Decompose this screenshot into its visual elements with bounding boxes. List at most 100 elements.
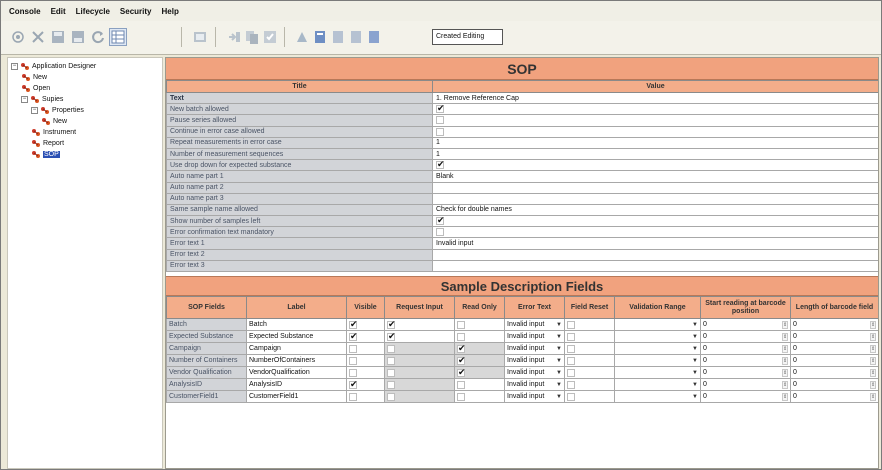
field-label-input[interactable]: Expected Substance <box>246 330 347 343</box>
field-label-input[interactable]: Batch <box>246 318 347 331</box>
book3-icon[interactable] <box>347 28 365 46</box>
property-value[interactable] <box>432 181 878 194</box>
field-label-input[interactable]: VendorQualification <box>246 366 347 379</box>
book4-icon[interactable] <box>365 28 383 46</box>
property-value[interactable] <box>432 192 878 205</box>
read-only-checkbox[interactable] <box>457 380 465 389</box>
read-only-checkbox[interactable] <box>457 320 465 329</box>
validation-range-dropdown[interactable]: ▼ <box>617 322 698 328</box>
start-position-cell[interactable]: 0 ⇕ <box>700 354 791 367</box>
field-reset-checkbox[interactable] <box>567 368 575 377</box>
validation-range-select[interactable]: ▼ <box>614 330 701 343</box>
field-label-input[interactable]: NumberOfContainers <box>246 354 347 367</box>
stepper-arrows-icon[interactable]: ⇕ <box>870 380 876 389</box>
tree-collapse-icon[interactable]: − <box>11 63 18 70</box>
barcode-length-stepper[interactable]: 0 ⇕ <box>793 380 876 389</box>
open-icon[interactable] <box>191 28 209 46</box>
start-position-stepper[interactable]: 0 ⇕ <box>703 332 788 341</box>
error-text-dropdown[interactable]: Invalid input ▼ <box>507 393 562 400</box>
chevron-down-icon[interactable]: ▼ <box>556 334 562 340</box>
start-position-stepper[interactable]: 0 ⇕ <box>703 380 788 389</box>
validate-icon[interactable] <box>261 28 279 46</box>
barcode-length-stepper[interactable]: 0 ⇕ <box>793 332 876 341</box>
error-text-select[interactable]: Invalid input ▼ <box>504 318 565 331</box>
visible-checkbox[interactable] <box>349 332 358 342</box>
barcode-length-cell[interactable]: 0 ⇕ <box>790 330 878 343</box>
validation-range-select[interactable]: ▼ <box>614 342 701 355</box>
start-position-stepper[interactable]: 0 ⇕ <box>703 368 788 377</box>
visible-checkbox[interactable] <box>349 344 357 353</box>
menu-edit[interactable]: Edit <box>51 7 66 16</box>
field-reset-checkbox[interactable] <box>567 380 575 389</box>
stepper-arrows-icon[interactable]: ⇕ <box>782 380 788 389</box>
property-checkbox[interactable] <box>436 228 444 237</box>
tree-item[interactable]: New <box>41 116 67 127</box>
field-label-input[interactable]: AnalysisID <box>246 378 347 391</box>
stepper-arrows-icon[interactable]: ⇕ <box>782 344 788 353</box>
read-only-checkbox[interactable] <box>457 332 465 341</box>
stepper-arrows-icon[interactable]: ⇕ <box>782 332 788 341</box>
read-only-checkbox[interactable] <box>457 356 466 366</box>
property-value[interactable] <box>432 159 878 172</box>
start-position-cell[interactable]: 0 ⇕ <box>700 318 791 331</box>
request-input-checkbox[interactable] <box>387 344 395 353</box>
property-value[interactable] <box>432 248 878 261</box>
error-text-select[interactable]: Invalid input ▼ <box>504 354 565 367</box>
validation-range-dropdown[interactable]: ▼ <box>617 358 698 364</box>
start-position-stepper[interactable]: 0 ⇕ <box>703 320 788 329</box>
save-icon[interactable] <box>49 28 67 46</box>
stepper-arrows-icon[interactable]: ⇕ <box>870 320 876 329</box>
error-text-dropdown[interactable]: Invalid input ▼ <box>507 369 562 376</box>
error-text-dropdown[interactable]: Invalid input ▼ <box>507 321 562 328</box>
property-value[interactable]: Check for double names <box>432 203 878 217</box>
property-value[interactable] <box>432 226 878 239</box>
start-position-cell[interactable]: 0 ⇕ <box>700 366 791 379</box>
menu-console[interactable]: Console <box>9 7 41 16</box>
sop-icon[interactable] <box>9 28 27 46</box>
read-only-checkbox[interactable] <box>457 392 465 401</box>
validation-range-dropdown[interactable]: ▼ <box>617 334 698 340</box>
error-text-select[interactable]: Invalid input ▼ <box>504 366 565 379</box>
tree-item[interactable]: New <box>21 72 47 83</box>
start-position-cell[interactable]: 0 ⇕ <box>700 342 791 355</box>
barcode-length-stepper[interactable]: 0 ⇕ <box>793 392 876 401</box>
validation-range-select[interactable]: ▼ <box>614 354 701 367</box>
tree-item[interactable]: Instrument <box>31 127 76 138</box>
start-position-stepper[interactable]: 0 ⇕ <box>703 392 788 401</box>
grid-icon[interactable] <box>109 28 127 46</box>
error-text-dropdown[interactable]: Invalid input ▼ <box>507 345 562 352</box>
validation-range-dropdown[interactable]: ▼ <box>617 370 698 376</box>
stepper-arrows-icon[interactable]: ⇕ <box>870 392 876 401</box>
property-value[interactable]: 1. Remove Reference Cap <box>432 91 878 105</box>
request-input-checkbox[interactable] <box>387 368 395 377</box>
stepper-arrows-icon[interactable]: ⇕ <box>870 356 876 365</box>
error-text-dropdown[interactable]: Invalid input ▼ <box>507 381 562 388</box>
request-input-checkbox[interactable] <box>387 332 396 342</box>
cut-icon[interactable] <box>29 28 47 46</box>
property-checkbox[interactable] <box>436 161 445 170</box>
barcode-length-stepper[interactable]: 0 ⇕ <box>793 356 876 365</box>
barcode-length-cell[interactable]: 0 ⇕ <box>790 342 878 355</box>
field-label-input[interactable]: Campaign <box>246 342 347 355</box>
chevron-down-icon[interactable]: ▼ <box>556 382 562 388</box>
chevron-down-icon[interactable]: ▼ <box>692 394 698 400</box>
property-value[interactable] <box>432 259 878 273</box>
validation-range-select[interactable]: ▼ <box>614 318 701 331</box>
menu-help[interactable]: Help <box>162 7 179 16</box>
stepper-arrows-icon[interactable]: ⇕ <box>870 332 876 341</box>
start-position-stepper[interactable]: 0 ⇕ <box>703 344 788 353</box>
start-position-stepper[interactable]: 0 ⇕ <box>703 356 788 365</box>
property-checkbox[interactable] <box>436 127 444 136</box>
chevron-down-icon[interactable]: ▼ <box>556 394 562 400</box>
menu-lifecycle[interactable]: Lifecycle <box>76 7 110 16</box>
barcode-length-cell[interactable]: 0 ⇕ <box>790 390 878 403</box>
refresh-icon[interactable] <box>89 28 107 46</box>
property-checkbox[interactable] <box>436 116 444 125</box>
read-only-checkbox[interactable] <box>457 368 466 378</box>
property-checkbox[interactable] <box>436 217 445 226</box>
error-text-dropdown[interactable]: Invalid input ▼ <box>507 357 562 364</box>
tree-item[interactable]: − Application Designer <box>11 61 96 72</box>
tree-collapse-icon[interactable]: − <box>31 107 38 114</box>
barcode-length-cell[interactable]: 0 ⇕ <box>790 318 878 331</box>
book-icon[interactable] <box>311 28 329 46</box>
